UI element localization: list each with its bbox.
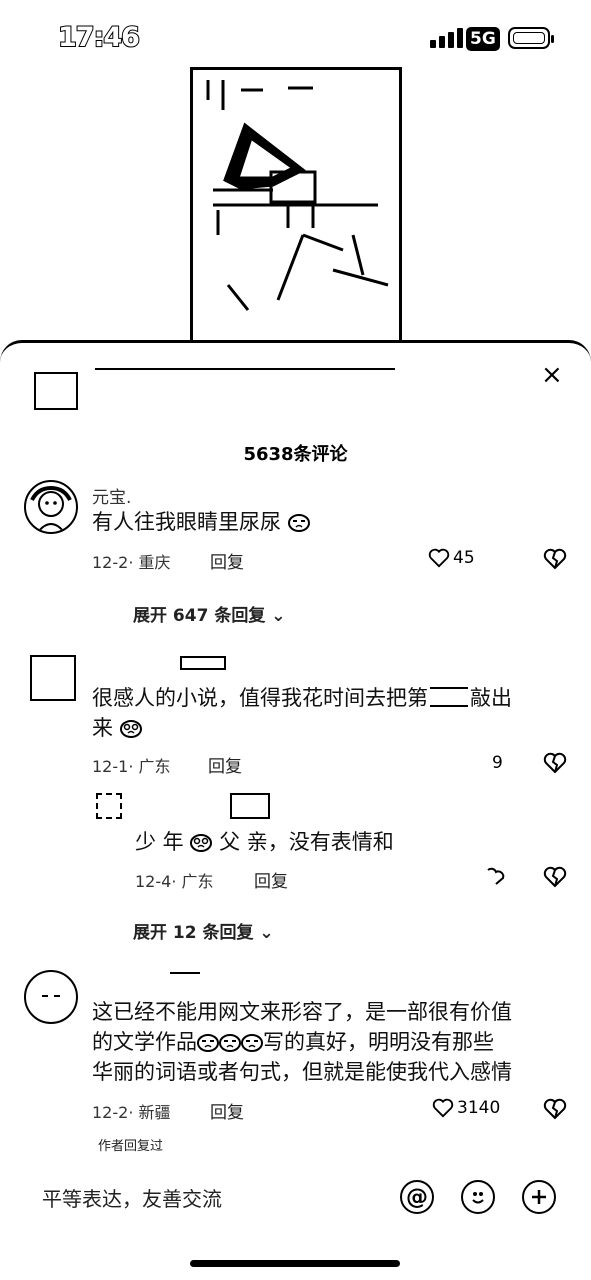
like-count: 9 (492, 753, 503, 773)
comment-text-row2: 来 (92, 713, 142, 743)
comment-date: 12-2 (92, 1103, 129, 1122)
video-preview[interactable] (190, 67, 402, 357)
like-button[interactable]: 3140 (432, 1098, 500, 1118)
redacted-username (230, 793, 270, 819)
comment-text-line3: 华丽的词语或者句式，但就是能使我代入感情 (92, 1060, 512, 1084)
sub-reply-avatar[interactable] (96, 793, 122, 819)
plus-icon (532, 1190, 546, 1204)
avatar[interactable] (24, 970, 78, 1024)
crying-emoji-icon (197, 1034, 219, 1052)
like-button[interactable] (484, 866, 506, 890)
home-indicator[interactable] (190, 1260, 400, 1267)
sub-reply-text: 少 年 父 亲，没有表情和 (135, 827, 394, 857)
dislike-button[interactable] (543, 752, 567, 778)
sub-reply-date: 12-4 (135, 872, 172, 891)
smile-icon (472, 1192, 484, 1204)
comment-date: 12-2 (92, 553, 129, 572)
heart-icon (432, 1098, 454, 1118)
expand-replies-button[interactable]: 展开 647 条回复 ⌄ (133, 601, 286, 626)
reply-button[interactable]: 回复 (254, 867, 288, 892)
sub-reply-location: 广东 (181, 872, 214, 891)
comment-text-content: 有人往我眼睛里尿尿 (92, 510, 281, 534)
expand-replies-label: 展开 647 条回复 (133, 606, 266, 626)
comment-location: 广东 (138, 757, 171, 776)
comment-username[interactable]: 元宝. (92, 483, 131, 508)
sub-reply-text-a: 少 年 (135, 830, 184, 854)
broken-heart-icon (543, 752, 567, 774)
chevron-down-icon: ⌄ (259, 923, 274, 943)
dislike-button[interactable] (543, 866, 567, 892)
redacted-line (95, 368, 395, 370)
heart-icon (428, 548, 450, 568)
avatar-image (30, 485, 72, 532)
broken-heart-icon (543, 1098, 567, 1120)
comments-sheet (0, 340, 591, 1280)
comment-location: 新疆 (138, 1103, 171, 1122)
heart-icon (487, 867, 505, 885)
expand-replies-button[interactable]: 展开 12 条回复 ⌄ (133, 918, 274, 943)
close-icon[interactable]: × (541, 360, 563, 390)
comment-meta: 12-1· 广东 (92, 757, 171, 776)
crying-emoji-icon (287, 514, 310, 532)
comment-count: 5638条评论 (243, 444, 348, 465)
mention-icon[interactable]: @ (400, 1180, 434, 1214)
avatar-image (42, 995, 60, 997)
crying-emoji-icon (241, 1034, 263, 1052)
comment-location: 重庆 (138, 553, 171, 572)
dislike-button[interactable] (543, 548, 567, 574)
emoji-button[interactable] (461, 1180, 495, 1214)
add-button[interactable] (522, 1180, 556, 1214)
sub-reply-text-b: 父 亲，没有表情和 (219, 830, 394, 854)
broken-heart-icon (543, 548, 567, 570)
like-button[interactable]: 9 (492, 753, 503, 773)
sub-reply-meta: 12-4· 广东 (135, 872, 214, 891)
tearful-emoji-icon (119, 720, 142, 738)
like-button[interactable]: 45 (428, 548, 475, 568)
comment-meta: 12-2· 新疆 (92, 1103, 171, 1122)
reply-button[interactable]: 回复 (208, 752, 242, 777)
comment-text-line1: 这已经不能用网文来形容了，是一部很有价值 (92, 1000, 512, 1024)
author-replied-badge: 作者回复过 (98, 1139, 164, 1154)
status-time: 17:46 (57, 21, 141, 54)
comment-text: 很感人的小说，值得我花时间去把第 敲出 (92, 683, 512, 713)
broken-heart-icon (543, 866, 567, 888)
avatar[interactable] (30, 655, 76, 701)
comment-text-line2: 的文学作品 (92, 1030, 197, 1054)
redacted-text (430, 687, 468, 707)
expand-replies-label: 展开 12 条回复 (133, 923, 254, 943)
dislike-button[interactable] (543, 1098, 567, 1124)
comment-text-line2: 来 (92, 716, 113, 740)
chevron-down-icon: ⌄ (271, 606, 286, 626)
like-count: 3140 (457, 1098, 501, 1118)
comment-text: 有人往我眼睛里尿尿 (92, 507, 310, 537)
preview-image (206, 80, 389, 311)
redacted-username (170, 972, 200, 974)
tearful-emoji-icon (190, 834, 213, 852)
comment-text-row2: 的文学作品 写的真好，明明没有那些 (92, 1027, 494, 1057)
like-count: 45 (453, 548, 475, 568)
network-badge: 5G (466, 27, 500, 51)
comment-meta: 12-2· 重庆 (92, 553, 171, 572)
comment-date: 12-1 (92, 757, 129, 776)
redacted-username (180, 656, 226, 670)
avatar[interactable] (24, 480, 78, 534)
comment-text-line1: 很感人的小说，值得我花时间去把第 (92, 686, 428, 710)
comment-text-line2-end: 写的真好，明明没有那些 (263, 1030, 494, 1054)
reply-button[interactable]: 回复 (210, 1098, 244, 1123)
comment-input[interactable]: 平等表达，友善交流 (42, 1183, 222, 1212)
redacted-avatar (34, 372, 78, 410)
reply-button[interactable]: 回复 (210, 548, 244, 573)
comment-text-line1-end: 敲出 (470, 686, 512, 710)
signal-icon (430, 28, 463, 48)
crying-emoji-icon (219, 1034, 241, 1052)
battery-icon (508, 27, 554, 49)
